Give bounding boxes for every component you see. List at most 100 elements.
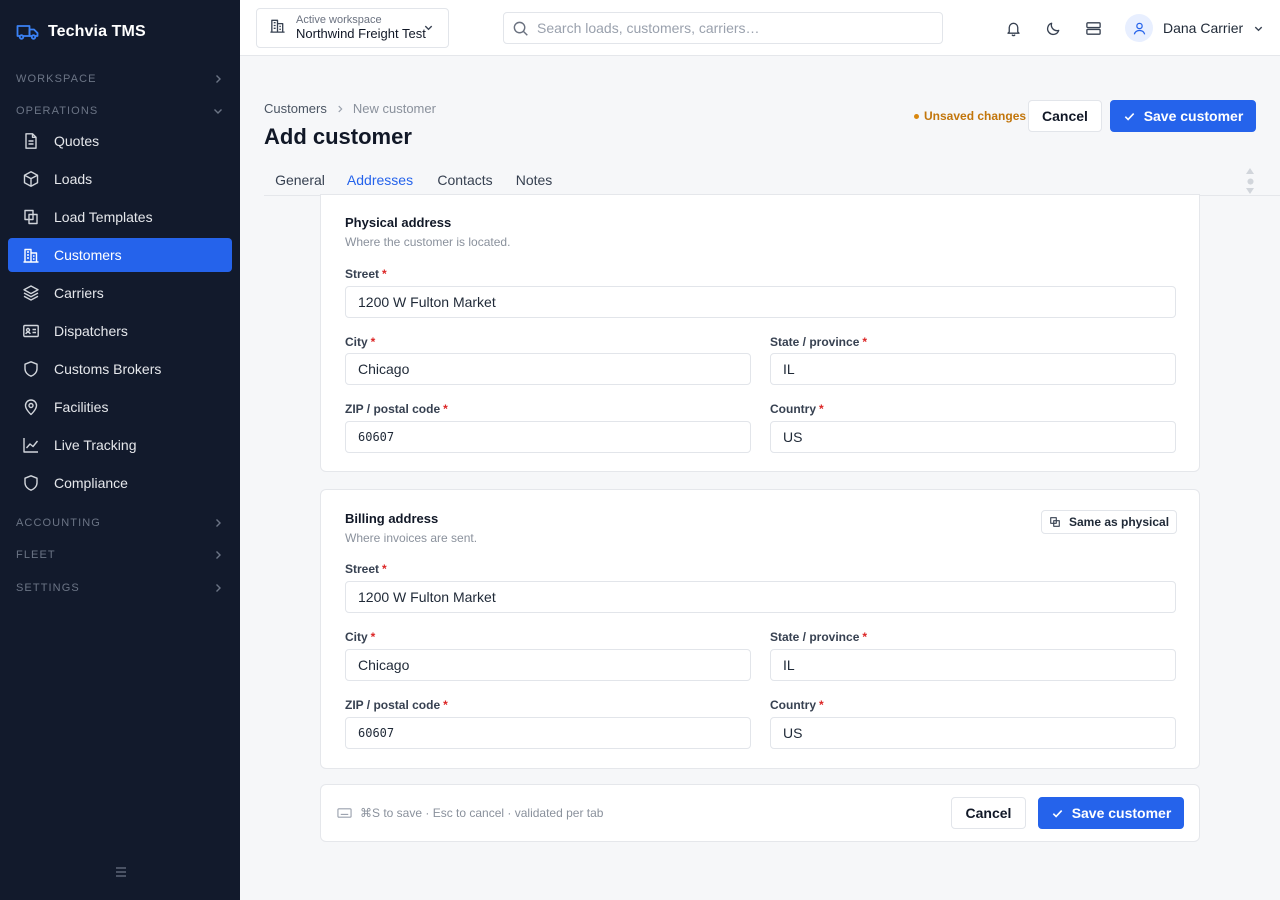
section-label: WORKSPACE — [16, 73, 97, 85]
sidebar-item-label: Live Tracking — [54, 437, 137, 453]
section-label: OPERATIONS — [16, 105, 99, 117]
footer-cancel-button[interactable]: Cancel — [951, 797, 1026, 829]
line-chart-icon — [22, 436, 40, 454]
city-label: City * — [345, 630, 376, 644]
physical-street-input[interactable] — [345, 286, 1176, 318]
chevron-right-icon — [216, 519, 221, 527]
tab-addresses[interactable]: Addresses — [336, 166, 424, 196]
billing-address-subtitle: Where invoices are sent. — [345, 531, 478, 545]
same-as-physical-button[interactable]: Same as physical — [1041, 510, 1177, 534]
sidebar-item-quotes[interactable]: Quotes — [8, 124, 232, 158]
unsaved-label: Unsaved changes — [924, 109, 1027, 123]
sidebar-item-customs-brokers[interactable]: Customs Brokers — [8, 352, 232, 386]
street-label: Street * — [345, 267, 387, 281]
caret-up-icon — [1246, 168, 1254, 174]
bell-icon[interactable] — [1003, 18, 1023, 38]
cancel-button[interactable]: Cancel — [1028, 100, 1102, 132]
tab-general[interactable]: General — [264, 166, 336, 196]
dot-icon — [1246, 177, 1254, 185]
breadcrumb: Customers New customer — [264, 101, 436, 116]
section-operations[interactable]: OPERATIONS — [16, 102, 224, 120]
sidebar-item-live-tracking[interactable]: Live Tracking — [8, 428, 232, 462]
user-name: Dana Carrier — [1163, 20, 1244, 36]
topbar: Active workspace Northwind Freight Test … — [240, 0, 1280, 56]
server-icon[interactable] — [1083, 18, 1103, 38]
sidebar-item-customers[interactable]: Customers — [8, 238, 232, 272]
shield-icon — [22, 360, 40, 378]
caret-down-icon — [1246, 188, 1254, 194]
tabs-bar: General Addresses Contacts Notes — [264, 166, 1280, 196]
user-menu[interactable]: Dana Carrier — [1125, 14, 1264, 42]
country-label: Country * — [770, 402, 824, 416]
physical-country-input[interactable] — [770, 421, 1176, 453]
section-accounting[interactable]: ACCOUNTING — [16, 514, 224, 532]
brand[interactable]: Techvia TMS — [16, 20, 146, 44]
workspace-label: Active workspace — [296, 14, 382, 27]
sidebar: Techvia TMS WORKSPACE OPERATIONS Quotes … — [0, 0, 240, 900]
section-label: ACCOUNTING — [16, 517, 101, 529]
billing-address-title: Billing address — [345, 511, 439, 526]
physical-address-title: Physical address — [345, 215, 452, 230]
tab-notes[interactable]: Notes — [512, 166, 556, 196]
state-label: State / province * — [770, 630, 868, 644]
sidebar-item-label: Compliance — [54, 475, 128, 491]
building-icon — [269, 17, 286, 39]
keyboard-hint: ⌘S to save · Esc to cancel · validated p… — [337, 806, 603, 820]
sidebar-item-dispatchers[interactable]: Dispatchers — [8, 314, 232, 348]
section-workspace[interactable]: WORKSPACE — [16, 70, 224, 88]
moon-icon[interactable] — [1043, 18, 1063, 38]
copy-icon — [22, 208, 40, 226]
section-label: SETTINGS — [16, 582, 80, 594]
sidebar-item-label: Facilities — [54, 399, 109, 415]
footer-action-bar: ⌘S to save · Esc to cancel · validated p… — [320, 784, 1200, 842]
section-fleet[interactable]: FLEET — [16, 546, 224, 564]
breadcrumb-current: New customer — [352, 101, 436, 116]
billing-city-input[interactable] — [345, 649, 751, 681]
country-label: Country * — [770, 698, 824, 712]
zip-label: ZIP / postal code * — [345, 402, 448, 416]
keyboard-hint-text: ⌘S to save · Esc to cancel · validated p… — [360, 806, 604, 820]
unsaved-indicator: Unsaved changes — [914, 109, 1026, 123]
billing-street-input[interactable] — [345, 581, 1176, 613]
workspace-switcher[interactable]: Active workspace Northwind Freight Test — [256, 8, 449, 48]
billing-zip-input[interactable] — [345, 717, 751, 749]
chevron-right-icon — [216, 75, 221, 83]
shield-icon — [22, 474, 40, 492]
billing-country-input[interactable] — [770, 717, 1176, 749]
sidebar-item-facilities[interactable]: Facilities — [8, 390, 232, 424]
breadcrumb-customers[interactable]: Customers — [264, 101, 327, 116]
state-label: State / province * — [770, 335, 868, 349]
physical-city-input[interactable] — [345, 353, 751, 385]
billing-state-input[interactable] — [770, 649, 1176, 681]
map-pin-icon — [22, 398, 40, 416]
physical-state-input[interactable] — [770, 353, 1176, 385]
sidebar-item-label: Load Templates — [54, 209, 153, 225]
save-customer-button[interactable]: Save customer — [1110, 100, 1256, 132]
section-settings[interactable]: SETTINGS — [16, 579, 224, 597]
brand-name: Techvia TMS — [48, 23, 146, 40]
search-box[interactable] — [503, 12, 943, 44]
sidebar-item-label: Carriers — [54, 285, 104, 301]
sidebar-item-carriers[interactable]: Carriers — [8, 276, 232, 310]
status-dot — [914, 113, 919, 119]
same-as-physical-label: Same as physical — [1068, 515, 1170, 529]
keyboard-icon — [337, 808, 352, 818]
physical-address-card: Physical address Where the customer is l… — [320, 194, 1200, 472]
physical-zip-input[interactable] — [345, 421, 751, 453]
sidebar-item-loads[interactable]: Loads — [8, 162, 232, 196]
tab-contacts[interactable]: Contacts — [432, 166, 498, 196]
sidebar-item-label: Loads — [54, 171, 93, 187]
footer-save-customer-button[interactable]: Save customer — [1038, 797, 1184, 829]
zip-label: ZIP / postal code * — [345, 698, 448, 712]
check-icon — [1052, 809, 1062, 818]
save-customer-label: Save customer — [1143, 108, 1244, 124]
collapse-sidebar-icon[interactable] — [112, 864, 130, 880]
sidebar-item-label: Dispatchers — [54, 323, 128, 339]
chevron-down-icon — [214, 109, 222, 114]
sidebar-item-load-templates[interactable]: Load Templates — [8, 200, 232, 234]
sidebar-item-compliance[interactable]: Compliance — [8, 466, 232, 500]
search-input[interactable] — [537, 20, 917, 36]
tab-scroll-indicator[interactable] — [1246, 168, 1254, 194]
truck-icon — [16, 20, 40, 44]
check-icon — [1124, 112, 1134, 121]
